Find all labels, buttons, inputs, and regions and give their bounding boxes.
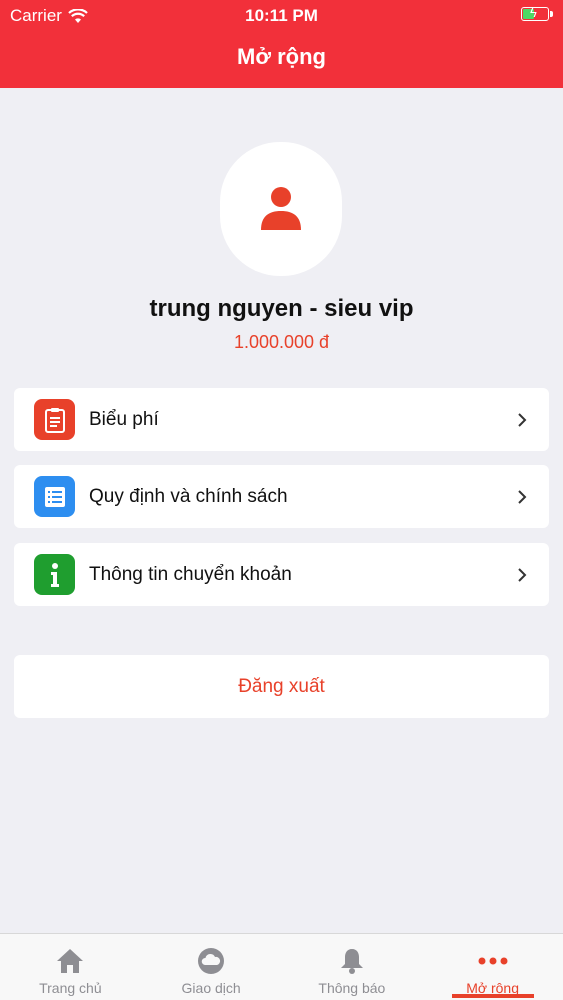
page-title: Mở rộng [237, 44, 326, 69]
avatar[interactable] [220, 142, 342, 276]
menu-item-label: Thông tin chuyển khoản [89, 563, 292, 585]
tab-transactions[interactable]: Giao dịch [141, 934, 282, 1000]
home-icon [57, 949, 84, 973]
tab-home[interactable]: Trang chủ [0, 934, 141, 1000]
tab-bar: Trang chủ Giao dịch Thông báo Mở rộng [0, 933, 563, 1000]
status-time: 10:11 PM [245, 6, 318, 25]
tab-label: Thông báo [318, 980, 386, 996]
tab-more[interactable]: Mở rộng [422, 934, 563, 1000]
user-name: trung nguyen - sieu vip [149, 295, 414, 322]
menu-item-label: Biểu phí [89, 408, 159, 430]
chevron-right-icon [518, 489, 527, 504]
bell-icon [340, 949, 363, 974]
chevron-right-icon [518, 412, 527, 427]
tab-label: Giao dịch [181, 980, 241, 996]
menu-item-policies[interactable]: Quy định và chính sách [14, 465, 549, 528]
active-tab-indicator [451, 994, 534, 998]
menu-item-transfer-info[interactable]: Thông tin chuyển khoản [14, 543, 549, 606]
more-dots-icon [478, 957, 508, 965]
menu-item-label: Quy định và chính sách [89, 485, 288, 507]
clipboard-icon [34, 399, 75, 440]
chevron-right-icon [518, 567, 527, 582]
navigation-bar: Carrier 10:11 PM ϟ Mở rộng [0, 0, 563, 88]
logout-button[interactable]: Đăng xuất [14, 655, 549, 718]
tab-notifications[interactable]: Thông báo [282, 934, 423, 1000]
tab-label: Trang chủ [39, 980, 102, 996]
info-icon [34, 554, 75, 595]
cloud-icon [198, 948, 225, 974]
list-document-icon [34, 476, 75, 517]
menu-item-fees[interactable]: Biểu phí [14, 388, 549, 451]
user-icon [261, 187, 301, 230]
user-balance: 1.000.000 đ [233, 332, 330, 352]
battery-icon: ϟ [521, 6, 553, 21]
